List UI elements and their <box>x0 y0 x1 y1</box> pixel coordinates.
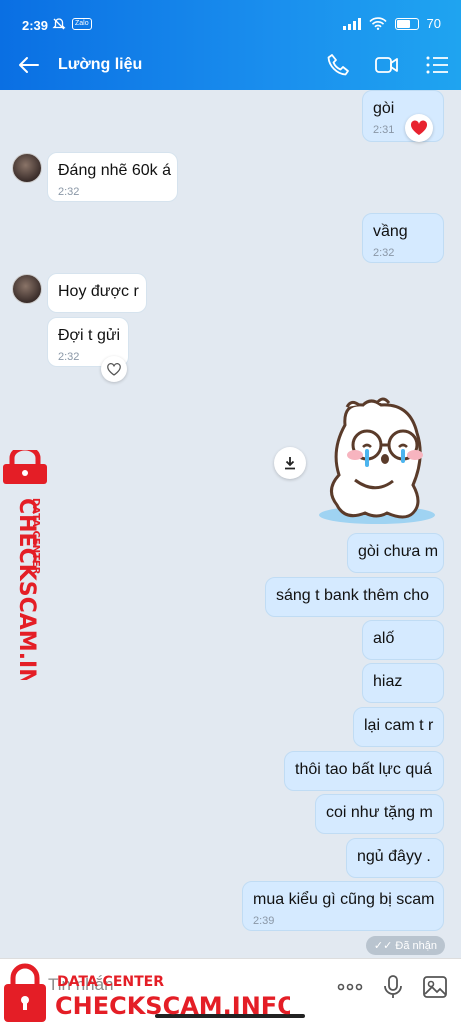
padlock-icon <box>4 963 46 1022</box>
status-bar: 2:39 Zalo 70 <box>0 0 461 40</box>
contact-name[interactable]: Lường liệu <box>58 56 142 74</box>
message-bubble-incoming[interactable]: Đáng nhẽ 60k á 2:32 <box>47 152 178 202</box>
message-text: gòi <box>373 100 395 117</box>
chat-header: Lường liệu <box>0 40 461 90</box>
heart-reaction-icon[interactable] <box>405 114 433 142</box>
status-time: 2:39 <box>22 18 49 33</box>
message-text: lại cam t r <box>364 717 434 734</box>
message-bubble-outgoing[interactable]: alố <box>362 620 444 660</box>
message-text: alố <box>373 630 395 647</box>
zalo-notification-icon: Zalo <box>72 18 92 30</box>
message-text: hiaz <box>373 673 403 690</box>
status-right-icons: 70 <box>342 16 441 31</box>
message-text: ngủ đâyy . <box>357 848 431 865</box>
more-options-icon[interactable] <box>336 973 364 1001</box>
contact-avatar[interactable] <box>12 153 42 183</box>
signal-icon <box>342 17 361 30</box>
message-text: vầng <box>373 223 408 240</box>
message-text: Đáng nhẽ 60k á <box>58 162 171 179</box>
menu-list-icon[interactable] <box>424 52 450 78</box>
heart-outline-reaction-icon[interactable] <box>101 356 127 382</box>
message-text: mua kiểu gì cũng bị scam <box>253 891 435 908</box>
back-arrow-icon[interactable] <box>16 52 42 78</box>
message-bubble-incoming[interactable]: Hoy được r <box>47 273 147 313</box>
message-time: 2:32 <box>58 186 80 198</box>
message-bubble-outgoing[interactable]: vầng 2:32 <box>362 213 444 263</box>
message-text: Đợi t gửi <box>58 327 121 344</box>
message-bubble-outgoing[interactable]: hiaz <box>362 663 444 703</box>
status-left-icons: Zalo <box>52 17 92 31</box>
battery-percent: 70 <box>426 16 441 31</box>
message-bubble-outgoing[interactable]: lại cam t r <box>353 707 444 747</box>
phone-call-icon[interactable] <box>325 52 351 78</box>
checkscam-bottom-watermark: DATA CENTER CHECKSCAM.INFO <box>4 963 290 1022</box>
message-time: 2:39 <box>253 915 275 927</box>
message-time: 2:32 <box>373 247 395 259</box>
message-text: gòi chưa m <box>358 543 439 560</box>
mute-bell-icon <box>52 18 66 30</box>
padlock-icon <box>3 450 47 484</box>
image-gallery-icon[interactable] <box>421 973 449 1001</box>
seen-status-badge: ✓✓ Đã nhận <box>365 936 445 955</box>
message-bubble-outgoing[interactable]: coi như tặng m <box>315 794 444 834</box>
battery-icon <box>394 17 419 30</box>
message-bubble-outgoing[interactable]: thôi tao bất lực quá <box>284 751 444 791</box>
message-text: coi như tặng m <box>326 804 433 821</box>
video-call-icon[interactable] <box>374 52 400 78</box>
message-text: Hoy được r <box>58 283 139 300</box>
crying-bear-sticker[interactable] <box>315 395 440 527</box>
watermark-sub: DATA CENTER <box>57 974 164 990</box>
wifi-icon <box>368 17 387 30</box>
message-bubble-outgoing[interactable]: sáng t bank thêm cho <box>265 577 444 617</box>
seen-label: Đã nhận <box>395 940 437 952</box>
message-text: thôi tao bất lực quá <box>295 761 433 778</box>
message-text: sáng t bank thêm cho <box>276 587 429 604</box>
download-icon[interactable] <box>274 447 306 479</box>
message-bubble-outgoing[interactable]: mua kiểu gì cũng bị scam 2:39 <box>242 881 444 931</box>
watermark-sub: DATA CENTER <box>30 498 41 575</box>
message-bubble-outgoing[interactable]: gòi chưa m <box>347 533 444 573</box>
message-list[interactable]: gòi 2:31 Đáng nhẽ 60k á 2:32 vầng 2:32 H… <box>0 90 461 958</box>
microphone-icon[interactable] <box>379 973 407 1001</box>
checkscam-side-watermark: CHECKSCAM.INFO DATA CENTER <box>3 450 47 680</box>
watermark-brand: CHECKSCAM.INFO <box>55 992 290 1020</box>
contact-avatar[interactable] <box>12 274 42 304</box>
message-bubble-outgoing[interactable]: ngủ đâyy . <box>346 838 444 878</box>
message-bubble-outgoing[interactable]: gòi 2:31 <box>362 90 444 142</box>
